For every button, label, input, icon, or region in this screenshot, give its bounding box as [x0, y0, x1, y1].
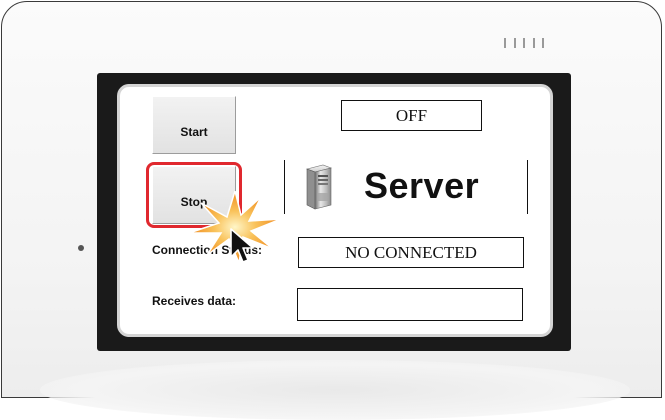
divider [527, 160, 528, 214]
server-title: Server [364, 165, 480, 206]
receives-data-label: Receives data: [152, 294, 237, 308]
connection-status-field: NO CONNECTED [298, 237, 524, 268]
device-bottom-glow [40, 360, 630, 420]
server-state-value: OFF [395, 105, 428, 125]
divider [284, 160, 285, 214]
server-header: Server [284, 160, 528, 214]
start-button-label: Start [180, 125, 208, 139]
speaker-grille-icon [504, 38, 544, 50]
server-tower-icon [305, 164, 333, 210]
server-state-display: OFF [341, 100, 482, 131]
start-button[interactable]: Start [152, 96, 236, 154]
sensor-dot-icon [78, 245, 84, 251]
mouse-pointer-icon [230, 228, 254, 263]
receives-data-field [297, 288, 523, 321]
connection-status-value: NO CONNECTED [345, 242, 477, 262]
